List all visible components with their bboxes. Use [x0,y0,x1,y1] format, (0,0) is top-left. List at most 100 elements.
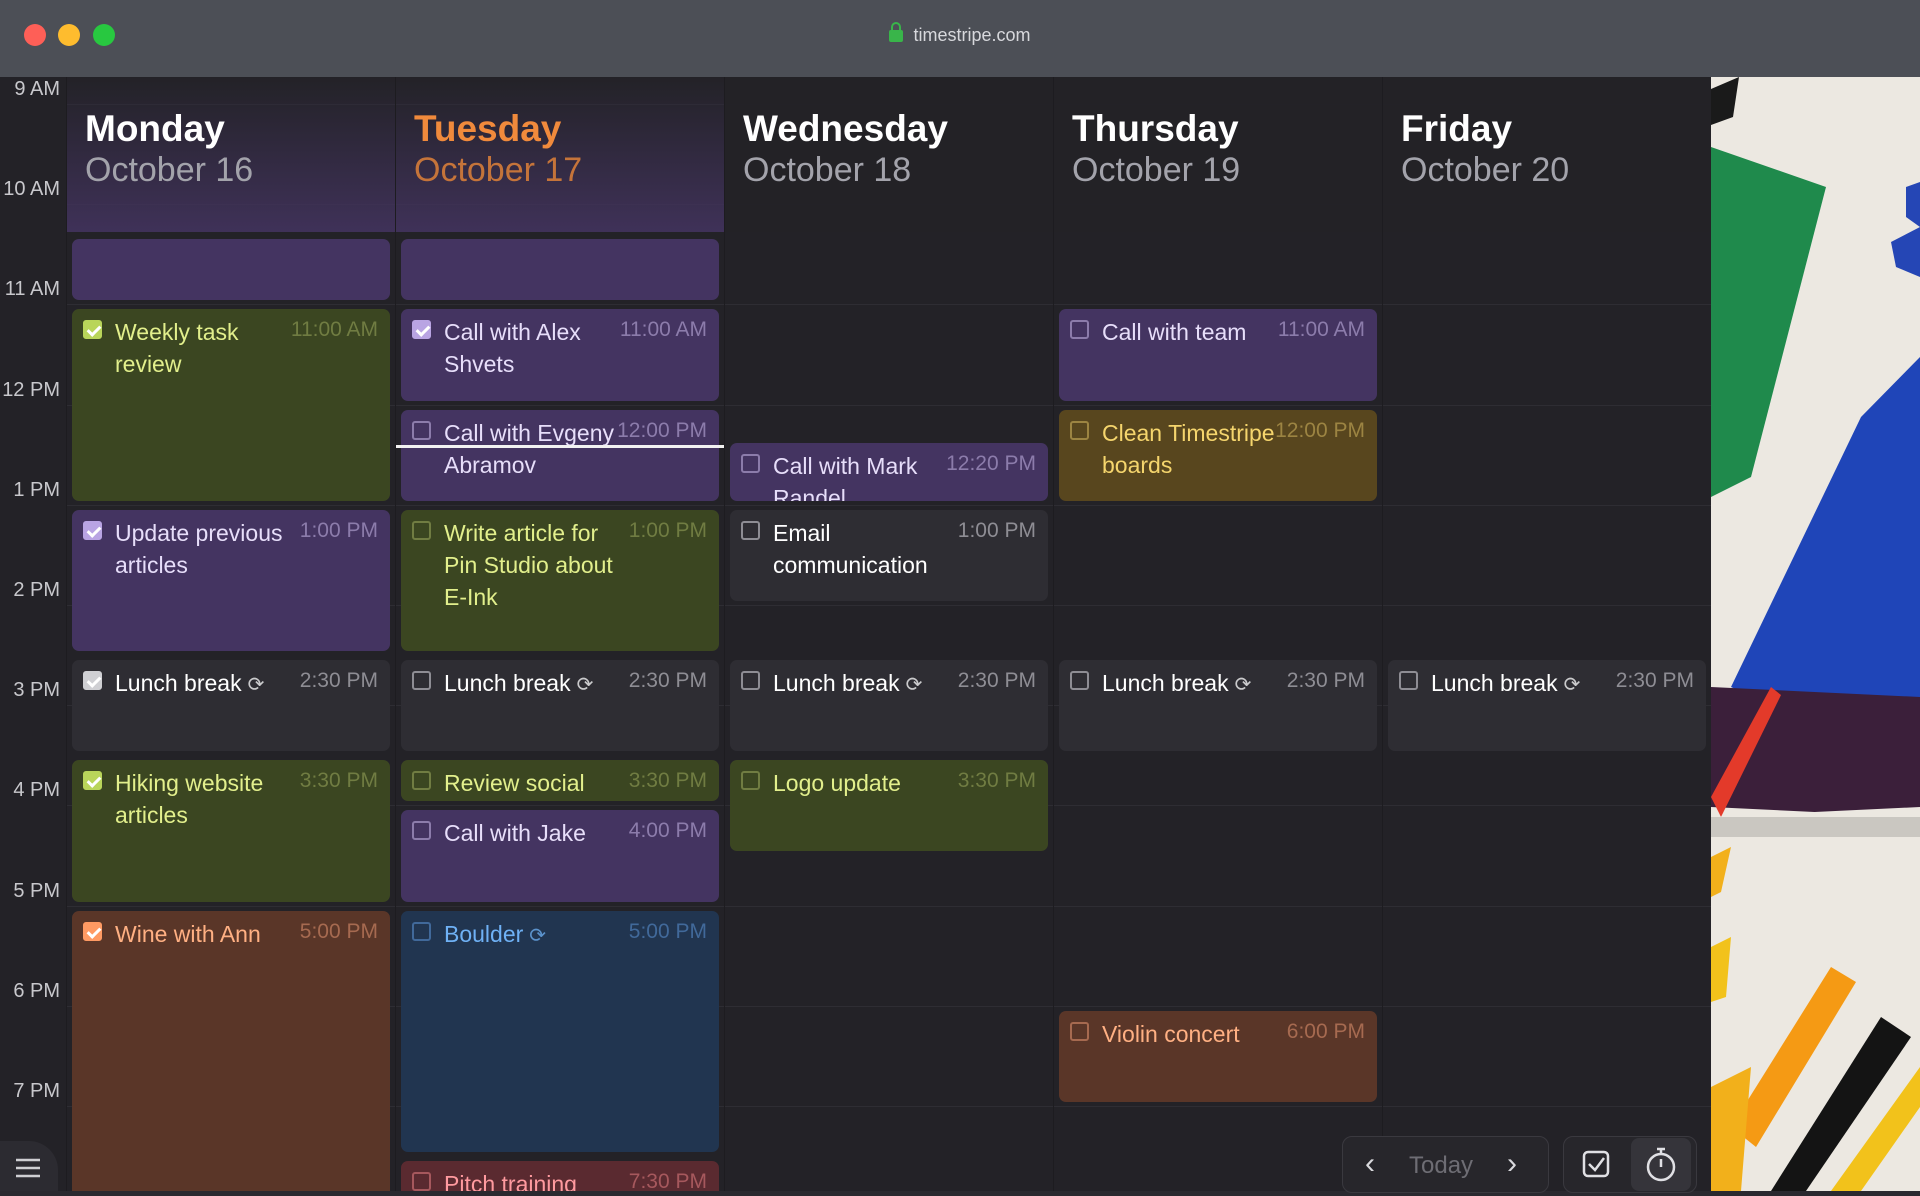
event-card[interactable]: Email communication 1:00 PM [730,509,1048,601]
task-checkbox[interactable] [412,1172,431,1191]
event-card-continuation[interactable] [72,239,390,301]
task-checkbox[interactable] [412,320,431,340]
address-bar[interactable]: timestripe.com [0,22,1920,46]
event-time: 2:30 PM [299,669,378,693]
event-title-text: Lunch break [1431,670,1558,697]
task-checkbox[interactable] [741,771,760,791]
event-time: 12:00 PM [617,418,707,442]
day-date: October 18 [743,151,912,189]
task-checkbox[interactable] [741,453,760,473]
task-checkbox[interactable] [83,320,102,340]
suprematist-painting [1711,77,1920,1191]
event-time: 11:00 AM [290,318,378,342]
event-card[interactable]: Call with Mark Randel 12:20 PM [730,442,1048,501]
task-checkbox[interactable] [1070,420,1089,440]
day-header[interactable]: Thursday October 19 [1054,77,1382,232]
repeat-icon: ⟳ [247,674,265,697]
task-checkbox[interactable] [412,771,431,791]
event-card[interactable]: Call with Evgeny Abramov 12:00 PM [401,409,719,501]
event-title: Lunch break ⟳ [1431,667,1631,701]
day-header[interactable]: Monday October 16 [67,77,395,232]
task-checkbox[interactable] [412,821,431,841]
event-card[interactable]: Update previous articles 1:00 PM [72,509,390,652]
event-title: Hiking website articles [115,767,295,831]
task-checkbox[interactable] [741,520,760,540]
stopwatch-icon [1646,1147,1676,1182]
event-card[interactable]: Write article for Pin Studio about E-Ink… [401,509,719,652]
event-card[interactable]: Lunch break ⟳ 2:30 PM [1059,660,1377,752]
event-card[interactable]: Weekly task review 11:00 AM [72,309,390,501]
tasks-view-button[interactable] [1567,1138,1627,1191]
event-title: Weekly task review [115,316,295,380]
today-button[interactable]: Today [1409,1152,1473,1180]
event-title-text: Update previous articles [115,519,283,578]
task-checkbox[interactable] [1070,1021,1089,1041]
repeat-icon: ⟳ [576,674,594,697]
task-checkbox[interactable] [1070,671,1089,691]
timer-view-button[interactable] [1631,1138,1691,1191]
event-title-text: Call with Mark Randel [773,452,918,501]
event-time: 2:30 PM [1286,669,1365,693]
hour-label: 3 PM [13,679,60,702]
event-time: 4:00 PM [628,819,707,843]
event-card[interactable]: Pitch training 7:30 PM [401,1161,719,1191]
event-title-text: Logo update [773,770,901,797]
task-checkbox[interactable] [83,520,102,540]
day-header[interactable]: Friday October 20 [1383,77,1711,232]
event-card[interactable]: Lunch break ⟳ 2:30 PM [730,660,1048,752]
event-card[interactable]: Lunch break ⟳ 2:30 PM [1388,660,1706,752]
hour-label: 5 PM [13,879,60,902]
task-checkbox[interactable] [412,671,431,691]
event-title: Call with Jake [444,817,624,849]
hour-label: 1 PM [13,478,60,501]
repeat-icon: ⟳ [905,674,923,697]
day-header[interactable]: Tuesday October 17 [396,77,724,232]
chevron-right-icon[interactable]: › [1507,1147,1517,1181]
task-checkbox[interactable] [83,921,102,941]
event-card[interactable]: Call with Jake 4:00 PM [401,810,719,902]
event-card[interactable]: Violin concert 6:00 PM [1059,1010,1377,1102]
task-checkbox[interactable] [412,420,431,440]
event-title-text: Hiking website articles [115,770,264,829]
url-text: timestripe.com [913,25,1031,45]
day-column-monday: Weekly task review 11:00 AM Update previou… [66,77,395,1191]
day-column-tuesday: Call with Alex Shvets 11:00 AM Call with E… [395,77,724,1191]
event-title: Review social [444,767,624,799]
background-artwork [1711,77,1920,1191]
day-name: Friday [1401,108,1513,149]
hour-label: 2 PM [13,579,60,601]
event-card[interactable]: Call with Alex Shvets 11:00 AM [401,309,719,401]
repeat-icon: ⟳ [1234,674,1252,697]
chevron-left-icon[interactable]: ‹ [1365,1147,1375,1181]
task-checkbox[interactable] [741,671,760,691]
event-card[interactable]: Lunch break ⟳ 2:30 PM [401,660,719,752]
day-date: October 16 [85,151,254,189]
task-checkbox[interactable] [1070,320,1089,340]
event-title-text: Weekly task review [115,319,239,378]
event-title-text: Lunch break [773,670,900,697]
task-checkbox[interactable] [412,520,431,540]
event-card[interactable]: Wine with Ann 5:00 PM [72,910,390,1191]
event-card[interactable]: Hiking website articles 3:30 PM [72,760,390,902]
day-header[interactable]: Wednesday October 18 [725,77,1053,232]
event-title-text: Pitch training [444,1171,577,1191]
repeat-icon: ⟳ [529,924,547,947]
task-checkbox[interactable] [83,671,102,691]
event-time: 2:30 PM [1615,669,1694,693]
event-card[interactable]: Lunch break ⟳ 2:30 PM [72,660,390,752]
task-checkbox[interactable] [1399,671,1418,691]
event-card[interactable]: Call with team 11:00 AM [1059,309,1377,401]
event-card-continuation[interactable] [401,239,719,301]
event-card[interactable]: Boulder ⟳ 5:00 PM [401,910,719,1153]
event-card[interactable]: Clean Timestripe boards 12:00 PM [1059,409,1377,501]
hour-label: 4 PM [13,779,60,802]
task-checkbox[interactable] [83,771,102,791]
hamburger-menu-icon [16,1158,40,1178]
event-time: 3:30 PM [957,769,1036,793]
event-title-text: Review social [444,770,585,797]
event-card[interactable]: Review social 3:30 PM [401,760,719,802]
task-checkbox[interactable] [412,921,431,941]
main-menu-button[interactable] [0,1141,58,1191]
day-name: Tuesday [414,108,562,149]
event-card[interactable]: Logo update 3:30 PM [730,760,1048,852]
